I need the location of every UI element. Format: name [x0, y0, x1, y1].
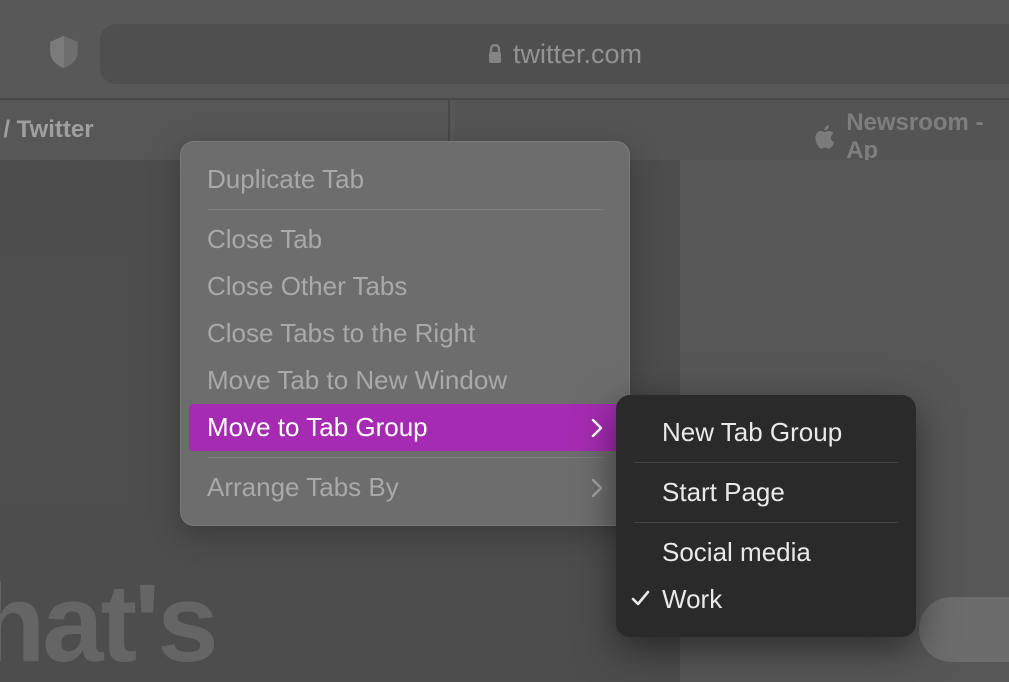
menu-close-tabs-right[interactable]: Close Tabs to the Right — [181, 310, 629, 357]
menu-label: Close Tab — [207, 224, 322, 255]
tab-group-submenu: New Tab Group Start Page Social media Wo… — [616, 395, 916, 637]
page-heading-fragment: vhat's — [0, 560, 216, 682]
menu-close-tab[interactable]: Close Tab — [181, 216, 629, 263]
menu-label: Close Tabs to the Right — [207, 318, 475, 349]
submenu-separator — [634, 522, 898, 523]
menu-label: Move Tab to New Window — [207, 365, 507, 396]
menu-duplicate-tab[interactable]: Duplicate Tab — [181, 156, 629, 203]
menu-separator — [207, 457, 603, 458]
submenu-label: Work — [662, 584, 722, 614]
submenu-work[interactable]: Work — [616, 576, 916, 623]
menu-label: Duplicate Tab — [207, 164, 364, 195]
menu-arrange-tabs-by[interactable]: Arrange Tabs By — [181, 464, 629, 511]
menu-label: Arrange Tabs By — [207, 472, 399, 503]
address-bar[interactable]: twitter.com — [100, 24, 1009, 84]
menu-move-tab-new-window[interactable]: Move Tab to New Window — [181, 357, 629, 404]
url-text: twitter.com — [513, 39, 642, 70]
checkmark-icon — [630, 588, 650, 608]
tab-title: Newsroom - Ap — [846, 109, 1009, 165]
browser-toolbar: twitter.com — [0, 0, 1009, 100]
menu-close-other-tabs[interactable]: Close Other Tabs — [181, 263, 629, 310]
submenu-label: Social media — [662, 537, 811, 567]
submenu-start-page[interactable]: Start Page — [616, 469, 916, 516]
menu-label: Move to Tab Group — [207, 412, 428, 443]
privacy-shield-icon[interactable] — [50, 36, 78, 68]
submenu-new-tab-group[interactable]: New Tab Group — [616, 409, 916, 456]
tab-title: appening / Twitter — [0, 116, 94, 143]
floating-button[interactable] — [919, 597, 1009, 662]
lock-icon — [487, 44, 503, 64]
tab-context-menu: Duplicate Tab Close Tab Close Other Tabs… — [180, 141, 630, 526]
chevron-right-icon — [591, 479, 603, 497]
submenu-label: New Tab Group — [662, 417, 842, 447]
submenu-social-media[interactable]: Social media — [616, 529, 916, 576]
menu-separator — [207, 209, 603, 210]
submenu-separator — [634, 462, 898, 463]
submenu-label: Start Page — [662, 477, 785, 507]
menu-label: Close Other Tabs — [207, 271, 407, 302]
chevron-right-icon — [591, 419, 603, 437]
menu-move-to-tab-group[interactable]: Move to Tab Group — [189, 404, 621, 451]
apple-logo-icon — [815, 124, 836, 150]
